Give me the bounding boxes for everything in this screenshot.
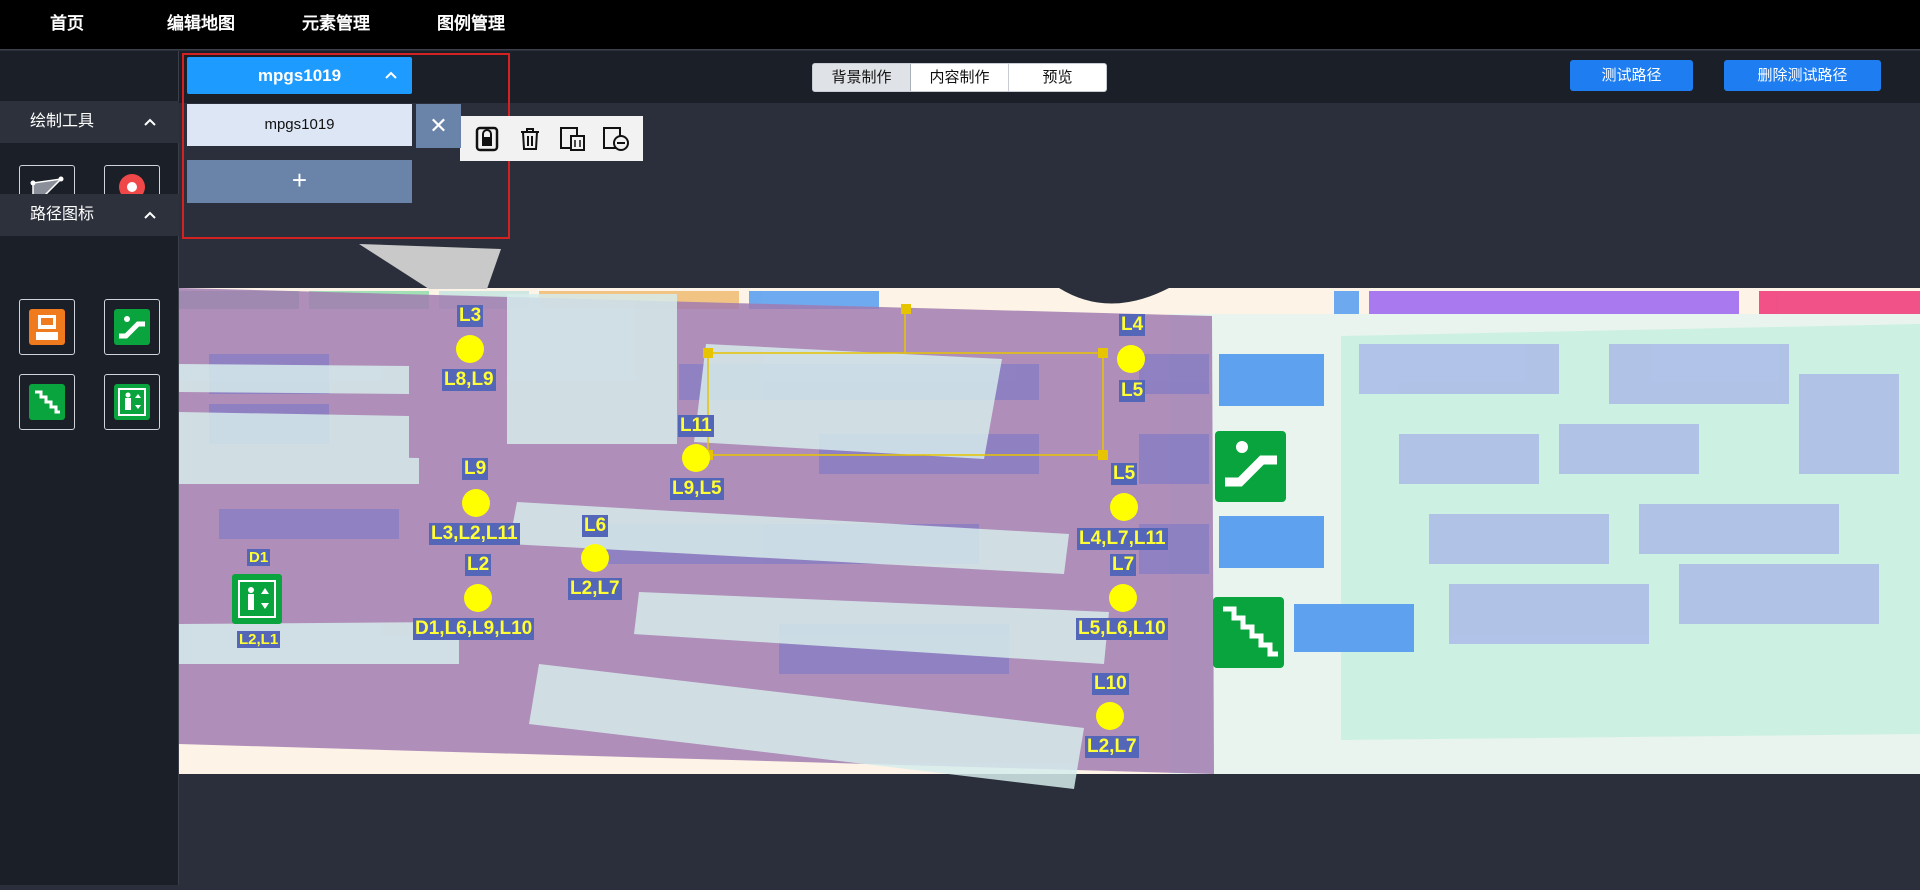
node-links-label: L2,L7 bbox=[1085, 736, 1139, 758]
lock-button[interactable] bbox=[470, 122, 504, 156]
elevator-icon bbox=[232, 574, 282, 624]
node-links-label: L4,L7,L11 bbox=[1077, 528, 1168, 550]
copy-minus-icon bbox=[602, 126, 629, 151]
elevator-icon bbox=[114, 384, 150, 420]
node-links-label: L2,L7 bbox=[568, 578, 622, 600]
nav-home[interactable]: 首页 bbox=[50, 0, 84, 50]
nav-element-management[interactable]: 元素管理 bbox=[302, 0, 370, 50]
path-node[interactable] bbox=[462, 489, 490, 517]
add-floor-button[interactable]: + bbox=[187, 160, 412, 203]
chevron-up-icon bbox=[143, 194, 157, 253]
mode-switch: 背景制作 内容制作 预览 bbox=[812, 63, 1107, 92]
stairs-icon bbox=[29, 384, 65, 420]
path-node[interactable] bbox=[464, 584, 492, 612]
node-label: L11 bbox=[678, 415, 714, 437]
mode-background[interactable]: 背景制作 bbox=[813, 64, 911, 91]
edit-toolbar bbox=[460, 116, 643, 161]
draw-tools-label: 绘制工具 bbox=[30, 113, 95, 130]
node-links-label: L8,L9 bbox=[442, 369, 496, 391]
elevator-icon-button[interactable] bbox=[104, 374, 160, 430]
door-links-label: L2,L1 bbox=[237, 631, 281, 648]
node-links-label: L5 bbox=[1119, 380, 1146, 402]
mode-content[interactable]: 内容制作 bbox=[911, 64, 1009, 91]
nav-legend-management[interactable]: 图例管理 bbox=[437, 0, 505, 50]
node-label: L2 bbox=[465, 554, 492, 576]
atm-icon-button[interactable] bbox=[19, 299, 75, 355]
delete-copy-button[interactable] bbox=[556, 122, 590, 156]
floor-option[interactable]: mpgs1019 bbox=[187, 104, 412, 146]
node-links-label: D1,L6,L9,L10 bbox=[413, 618, 535, 640]
path-icons-header[interactable]: 路径图标 bbox=[0, 194, 179, 236]
path-node[interactable] bbox=[581, 544, 609, 572]
chevron-up-icon bbox=[143, 101, 157, 160]
node-links-label: L3,L2,L11 bbox=[429, 523, 520, 545]
sidebar: 绘制工具 路径图标 bbox=[0, 51, 179, 885]
node-label: L6 bbox=[582, 515, 609, 537]
draw-tools-header[interactable]: 绘制工具 bbox=[0, 101, 179, 143]
stairs-icon bbox=[1213, 597, 1284, 668]
close-icon[interactable]: ✕ bbox=[416, 104, 461, 148]
remove-copy-button[interactable] bbox=[599, 122, 633, 156]
path-node[interactable] bbox=[1096, 702, 1124, 730]
path-icons-label: 路径图标 bbox=[30, 206, 95, 223]
nav-edit-map[interactable]: 编辑地图 bbox=[167, 0, 235, 50]
node-label: L10 bbox=[1092, 673, 1129, 695]
floor-select-value: mpgs1019 bbox=[257, 66, 342, 85]
delete-button[interactable] bbox=[513, 122, 547, 156]
node-links-label: L9,L5 bbox=[670, 478, 724, 500]
floor-select[interactable]: mpgs1019 bbox=[187, 57, 412, 94]
escalator-icon bbox=[114, 309, 150, 345]
path-node[interactable] bbox=[1117, 345, 1145, 373]
top-navigation: 首页 编辑地图 元素管理 图例管理 bbox=[0, 0, 1920, 50]
node-label: L5 bbox=[1111, 463, 1138, 485]
path-node[interactable] bbox=[456, 335, 484, 363]
trash-icon bbox=[521, 127, 540, 150]
mode-preview[interactable]: 预览 bbox=[1009, 64, 1106, 91]
delete-test-path-button[interactable]: 删除测试路径 bbox=[1724, 60, 1881, 91]
node-label: L3 bbox=[457, 305, 484, 327]
test-path-button[interactable]: 测试路径 bbox=[1570, 60, 1693, 91]
escalator-icon-button[interactable] bbox=[104, 299, 160, 355]
node-links-label: L5,L6,L10 bbox=[1076, 618, 1168, 640]
path-node[interactable] bbox=[682, 444, 710, 472]
node-label: L9 bbox=[462, 458, 489, 480]
lock-icon bbox=[476, 126, 499, 151]
path-node[interactable] bbox=[1109, 584, 1137, 612]
node-label: L7 bbox=[1110, 554, 1137, 576]
stairs-icon-button[interactable] bbox=[19, 374, 75, 430]
atm-icon bbox=[29, 309, 65, 345]
escalator-icon bbox=[1215, 431, 1286, 502]
chevron-up-icon bbox=[385, 71, 397, 79]
path-node[interactable] bbox=[1110, 493, 1138, 521]
copy-trash-icon bbox=[559, 126, 585, 151]
door-label: D1 bbox=[247, 549, 271, 566]
node-label: L4 bbox=[1119, 314, 1146, 336]
